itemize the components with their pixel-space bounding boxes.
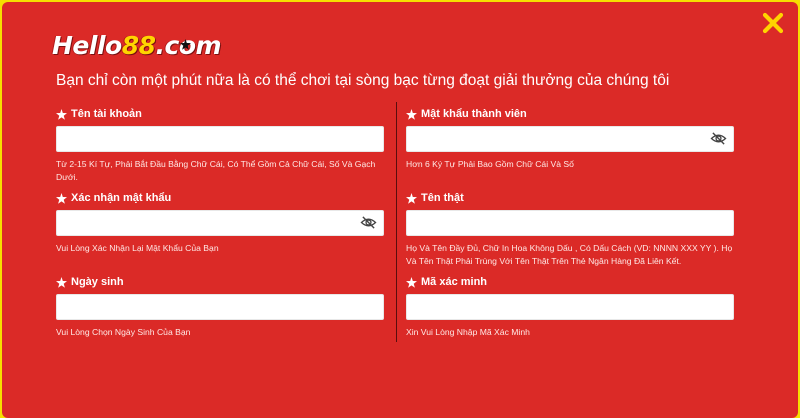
- birthday-label: Ngày sinh: [71, 276, 124, 288]
- password-field: Mật khẩu thành viên Hơn 6 Ký Tự Phải Bao…: [406, 106, 736, 171]
- confirm-password-field: Xác nhận mật khẩu Vui Lòng Xác Nhận Lại …: [56, 190, 386, 255]
- password-hint: Hơn 6 Ký Tự Phải Bao Gồm Chữ Cái Và Số: [406, 159, 574, 169]
- eye-slash-icon[interactable]: [710, 131, 727, 146]
- confirm-password-hint: Vui Lòng Xác Nhận Lại Mật Khẩu Của Bạn: [56, 243, 219, 253]
- captcha-label: Mã xác minh: [421, 276, 488, 288]
- column-divider: [396, 102, 397, 342]
- confirm-password-input[interactable]: [57, 211, 363, 233]
- eye-slash-icon[interactable]: [360, 215, 377, 230]
- logo: Hello88.com: [52, 28, 222, 62]
- star-icon: [406, 276, 417, 288]
- confirm-password-label: Xác nhận mật khẩu: [71, 192, 172, 204]
- username-hint: Từ 2-15 Kí Tự, Phải Bắt Đầu Bằng Chữ Cái…: [56, 159, 376, 182]
- star-icon: [406, 108, 417, 120]
- birthday-hint: Vui Lòng Chọn Ngày Sinh Của Bạn: [56, 327, 191, 337]
- logo-star-icon: [180, 39, 191, 50]
- logo-text: Hello88.com: [52, 30, 222, 60]
- username-field: Tên tài khoản Từ 2-15 Kí Tự, Phải Bắt Đầ…: [56, 106, 386, 183]
- password-input[interactable]: [407, 127, 713, 149]
- star-icon: [56, 192, 67, 204]
- captcha-input[interactable]: [407, 295, 713, 317]
- real-name-field: Tên thật Họ Và Tên Đầy Đủ, Chữ In Hoa Kh…: [406, 190, 736, 267]
- star-icon: [56, 108, 67, 120]
- password-label: Mật khẩu thành viên: [421, 108, 527, 120]
- username-input[interactable]: [57, 127, 363, 149]
- real-name-input[interactable]: [407, 211, 713, 233]
- page-title: Bạn chỉ còn một phút nữa là có thể chơi …: [56, 72, 670, 89]
- star-icon: [56, 276, 67, 288]
- username-label: Tên tài khoản: [71, 108, 142, 120]
- registration-modal: Hello88.com Bạn chỉ còn một phút nữa là …: [2, 2, 798, 418]
- close-icon[interactable]: [762, 12, 784, 34]
- real-name-label: Tên thật: [421, 192, 464, 204]
- star-icon: [406, 192, 417, 204]
- birthday-field: Ngày sinh Vui Lòng Chọn Ngày Sinh Của Bạ…: [56, 274, 386, 339]
- captcha-hint: Xin Vui Lòng Nhập Mã Xác Minh: [406, 327, 530, 337]
- captcha-field: Mã xác minh Xin Vui Lòng Nhập Mã Xác Min…: [406, 274, 736, 339]
- birthday-input[interactable]: [57, 295, 363, 317]
- real-name-hint: Họ Và Tên Đầy Đủ, Chữ In Hoa Không Dấu ,…: [406, 243, 733, 266]
